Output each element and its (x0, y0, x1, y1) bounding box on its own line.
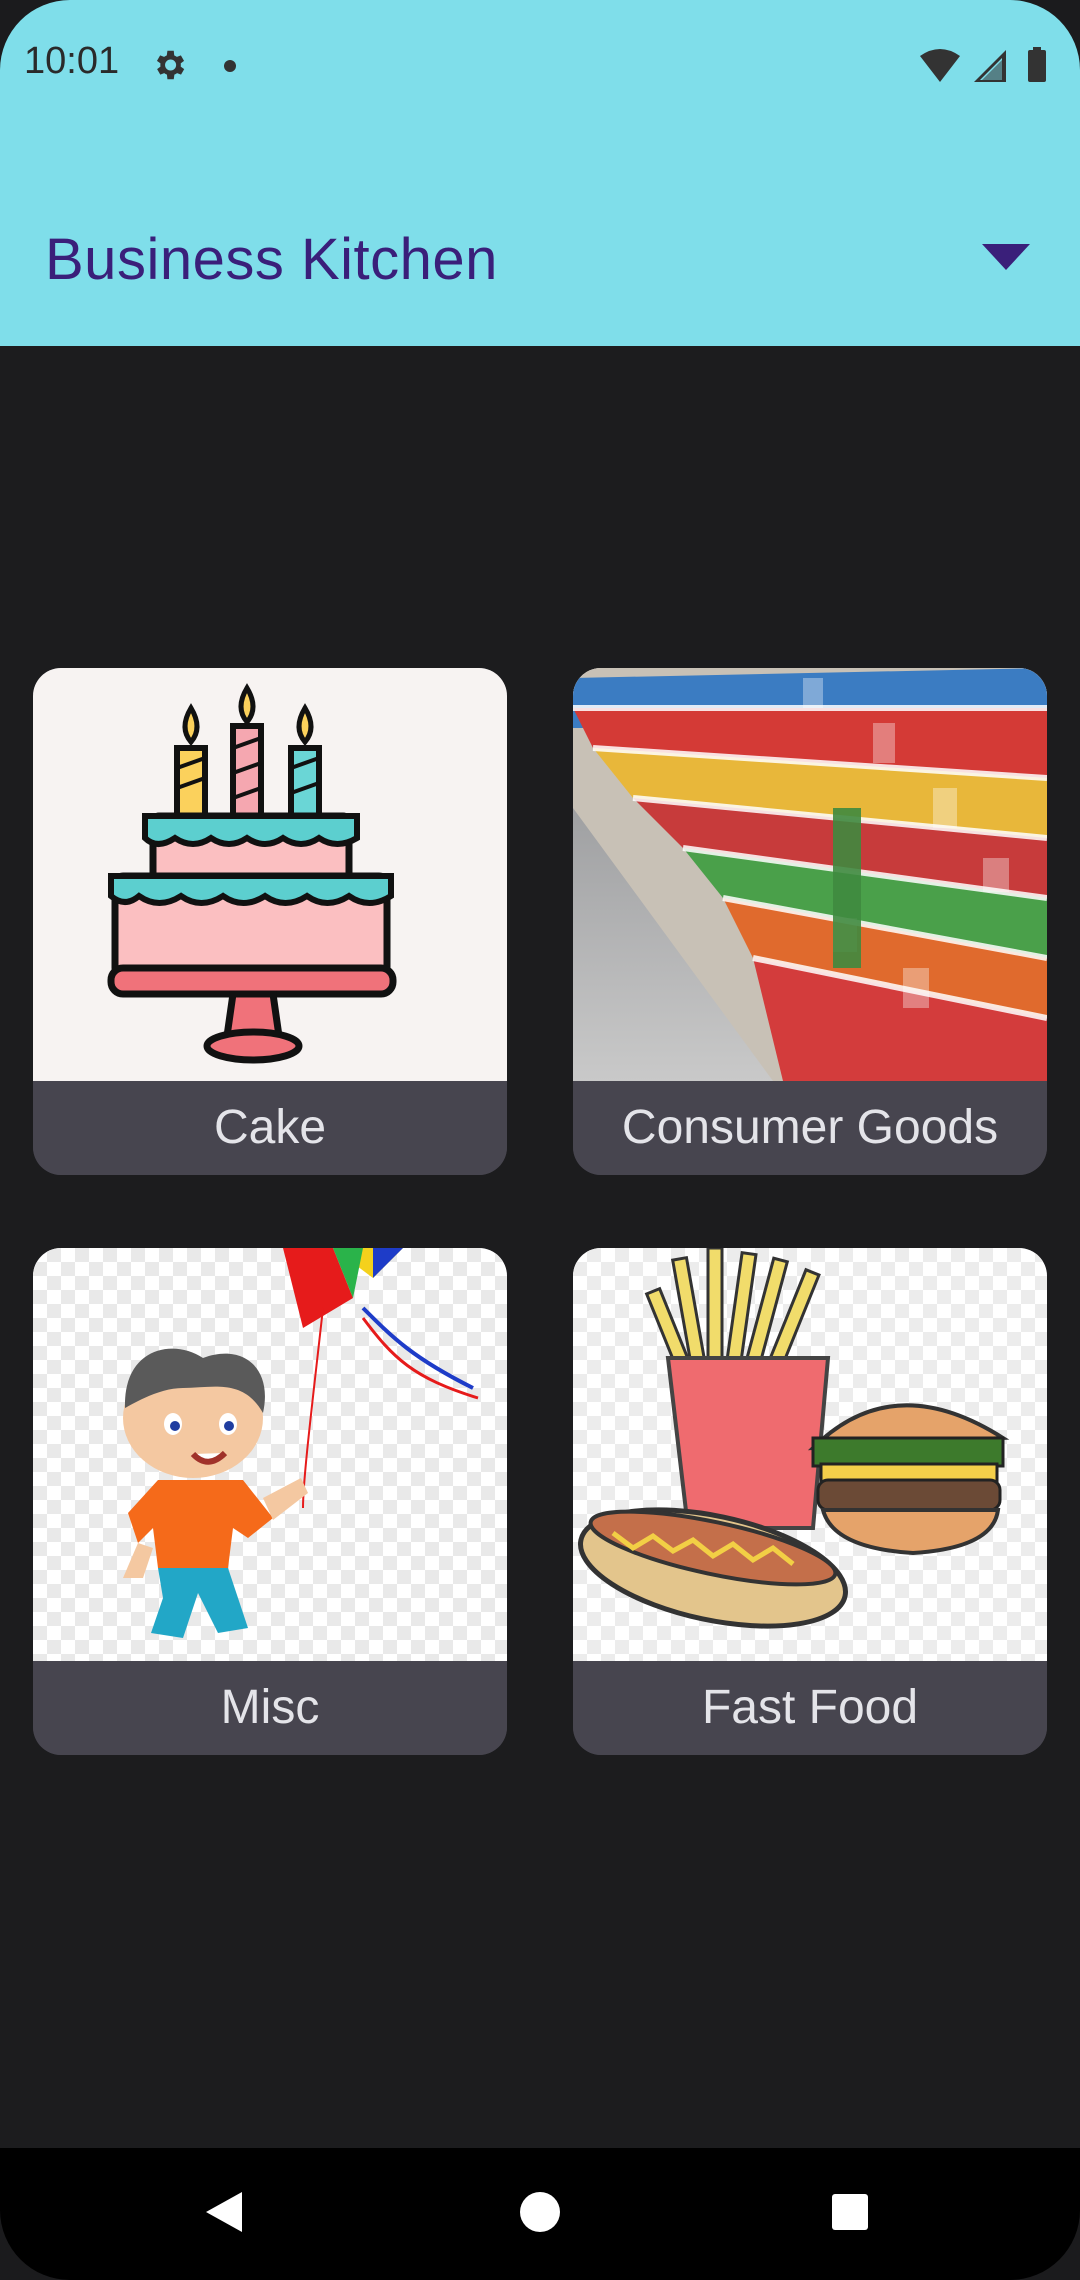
recents-icon[interactable] (818, 2180, 882, 2244)
boy-with-kite-image (33, 1248, 507, 1661)
category-label: Consumer Goods (573, 1081, 1047, 1175)
wifi-icon (920, 49, 960, 82)
category-card-misc[interactable]: Misc (33, 1248, 507, 1755)
back-icon[interactable] (192, 2180, 256, 2244)
category-label: Cake (33, 1081, 507, 1175)
category-label: Fast Food (573, 1661, 1047, 1755)
gear-icon (156, 50, 185, 80)
notification-dot-icon (224, 60, 236, 72)
status-time: 10:01 (24, 40, 120, 82)
category-card-consumer-goods[interactable]: Consumer Goods (573, 668, 1047, 1175)
category-label: Misc (33, 1661, 507, 1755)
category-card-fast-food[interactable]: Fast Food (573, 1248, 1047, 1755)
signal-icon (974, 50, 1006, 82)
home-icon[interactable] (508, 2180, 572, 2244)
grocery-aisle-image (573, 668, 1047, 1081)
battery-icon (1028, 47, 1046, 82)
dropdown-arrow-icon[interactable] (982, 244, 1030, 272)
phone-screen: 10:01 Business Kitchen Cake Consumer Goo… (0, 0, 1080, 2280)
category-card-cake[interactable]: Cake (33, 668, 507, 1175)
app-bar: Business Kitchen (0, 130, 1080, 346)
navigation-bar (0, 2148, 1080, 2280)
app-title-spinner[interactable]: Business Kitchen (45, 226, 498, 293)
status-icons (920, 47, 1046, 82)
category-grid: Cake Consumer Goods Misc Fast Food (0, 346, 1080, 2148)
cake-image (33, 668, 507, 1081)
fast-food-image (573, 1248, 1047, 1661)
status-bar: 10:01 (0, 0, 1080, 130)
